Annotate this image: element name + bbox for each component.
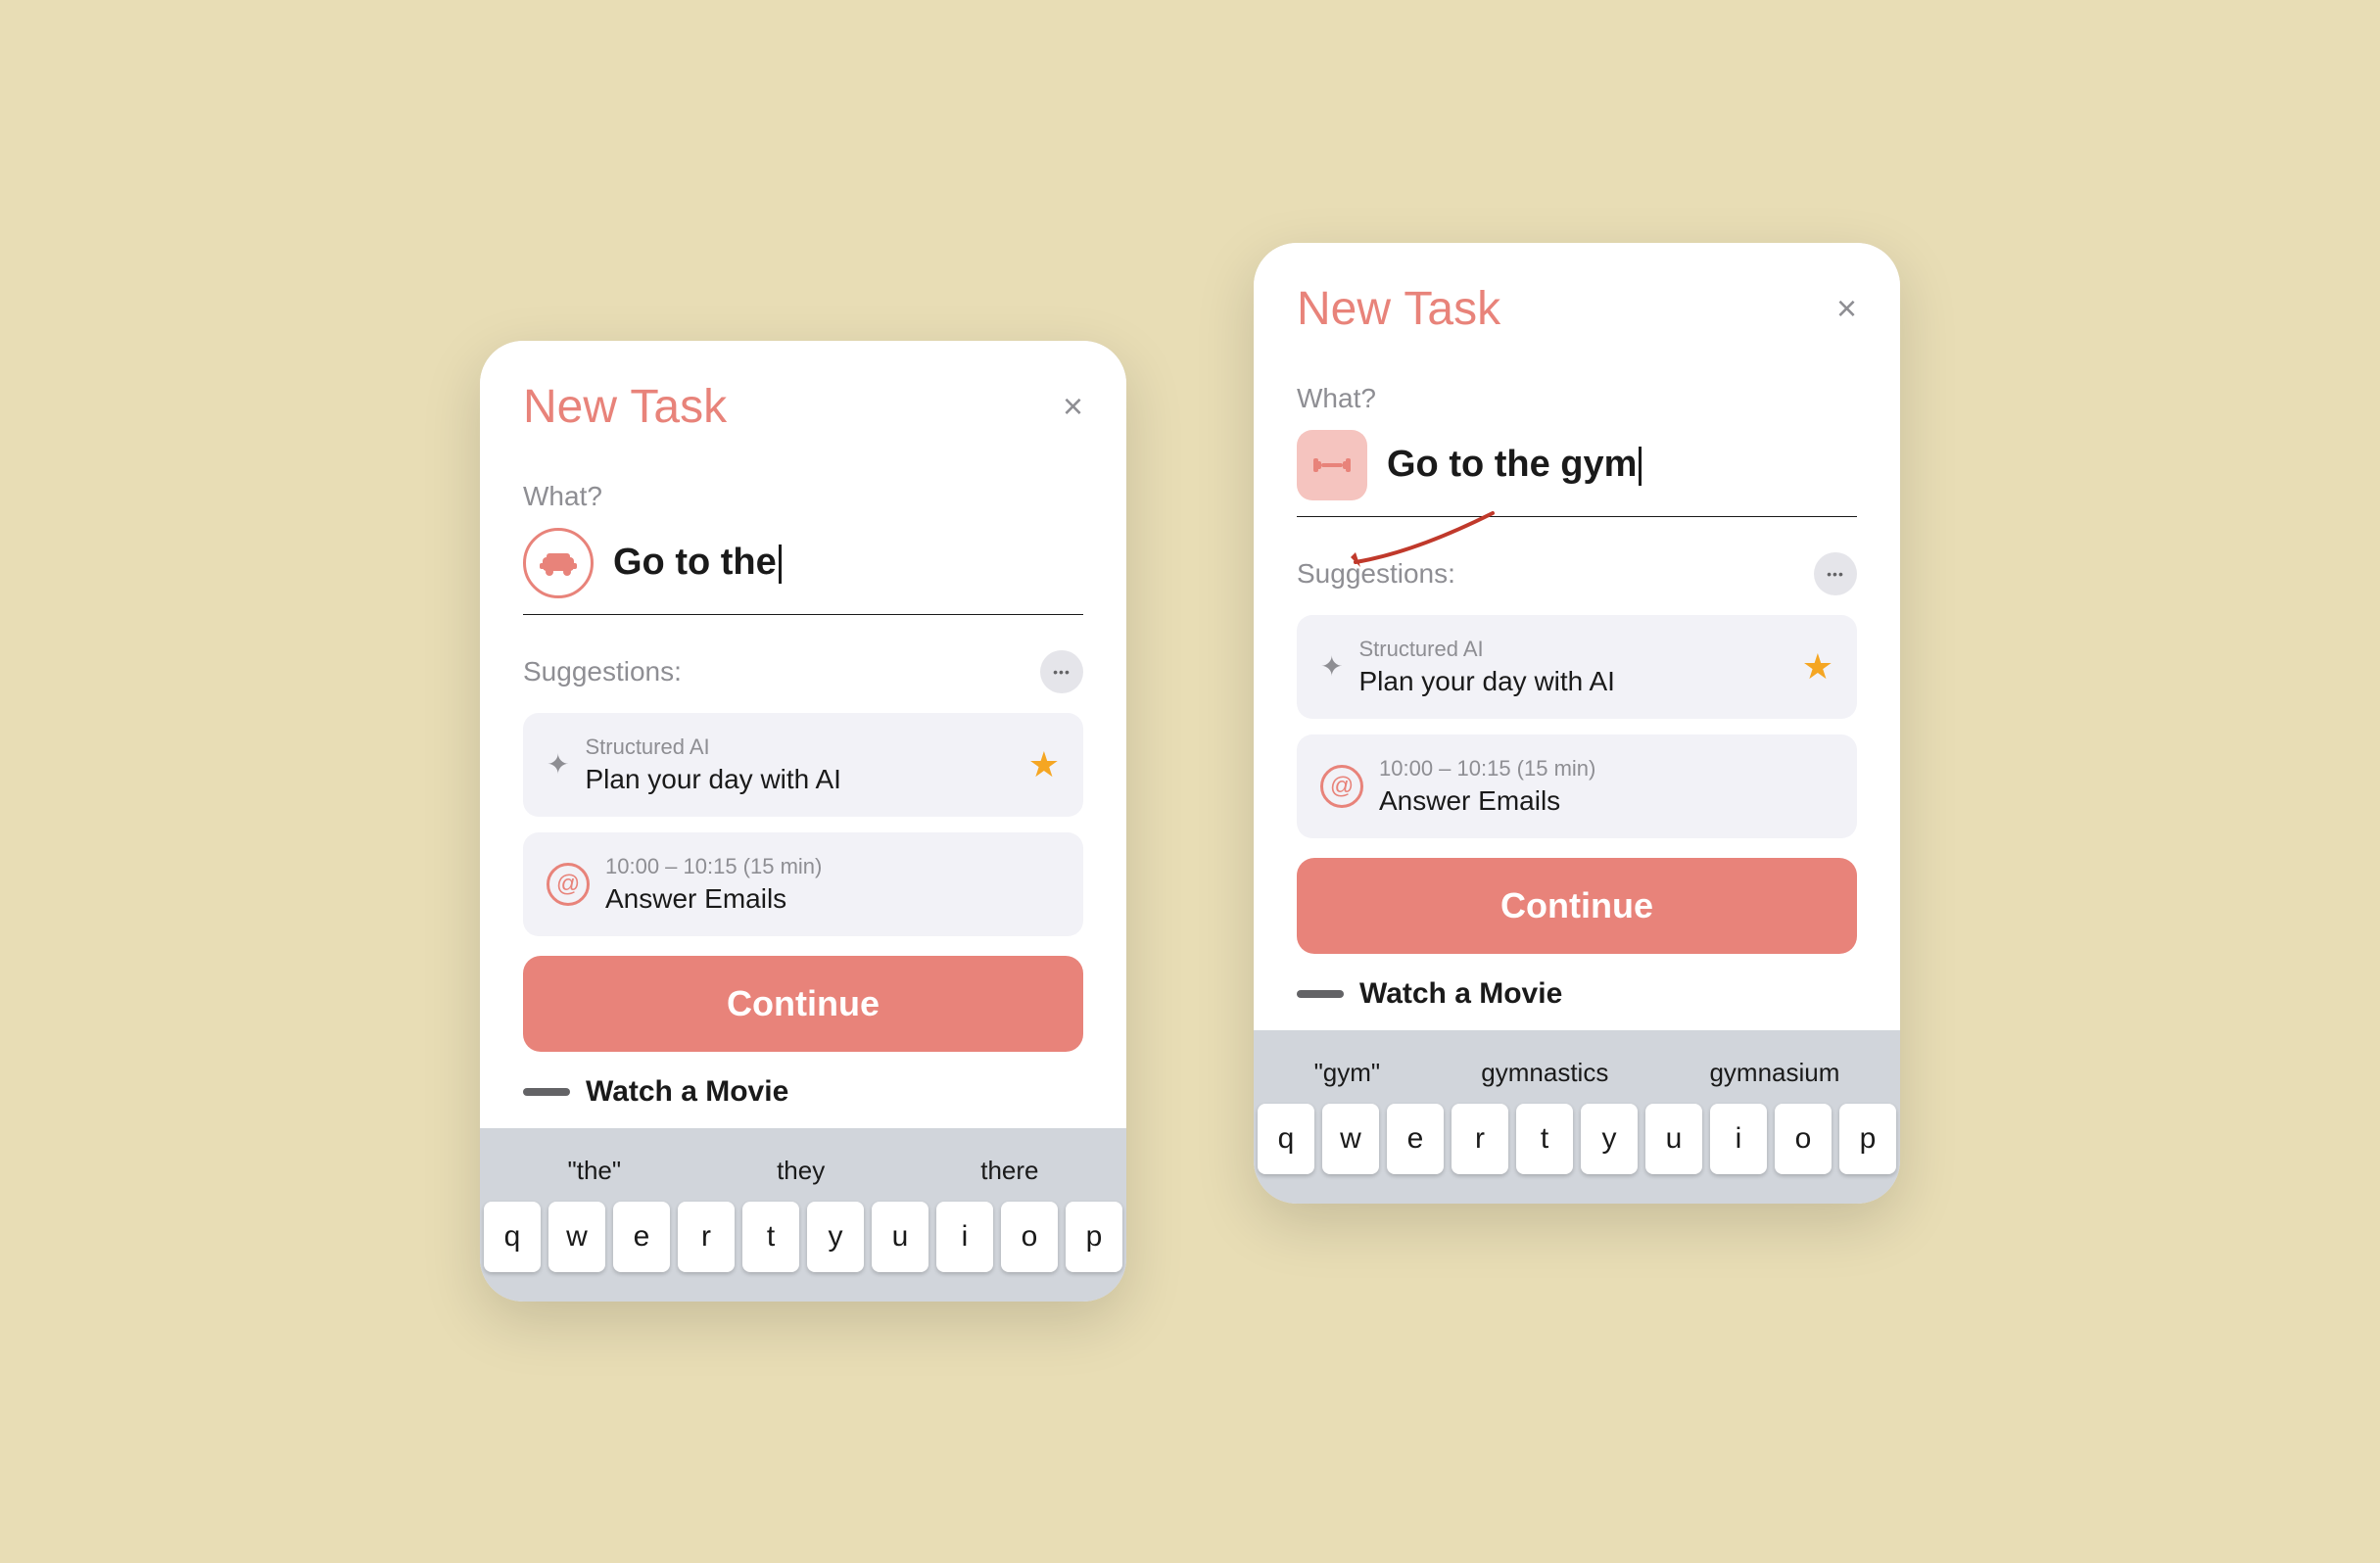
ks-3[interactable]: there — [980, 1156, 1038, 1186]
left-panel-body: What? Go to the Suggest — [480, 461, 1126, 1052]
right-what-label: What? — [1297, 363, 1857, 430]
right-key-e[interactable]: e — [1387, 1104, 1444, 1174]
suggestions-row: Suggestions: — [523, 650, 1083, 693]
right-keyboard-row-1: q w e r t y u i o p — [1263, 1104, 1890, 1174]
ks-2[interactable]: they — [777, 1156, 825, 1186]
right-key-i[interactable]: i — [1710, 1104, 1767, 1174]
right-watch-movie-section: Watch a Movie — [1254, 954, 1900, 1030]
left-input-row[interactable]: Go to the — [523, 528, 1083, 615]
suggestion-text: Structured AI Plan your day with AI — [585, 734, 840, 795]
star-icon[interactable]: ★ — [1028, 744, 1060, 785]
suggestion-main-text: Plan your day with AI — [585, 764, 840, 795]
suggestion-time: 10:00 – 10:15 (15 min) — [605, 854, 822, 879]
key-p[interactable]: p — [1066, 1202, 1122, 1272]
at-icon: @ — [547, 863, 590, 906]
title-bold: New — [523, 381, 617, 433]
right-key-u[interactable]: u — [1645, 1104, 1702, 1174]
car-icon-circle — [523, 528, 594, 598]
right-suggestion-email-text: Answer Emails — [1379, 785, 1595, 817]
right-watch-movie-bar-icon — [1297, 990, 1344, 998]
sparkle-icon: ✦ — [547, 748, 569, 781]
suggestion-answer-emails[interactable]: @ 10:00 – 10:15 (15 min) Answer Emails — [523, 832, 1083, 936]
right-title-bold: New — [1297, 283, 1391, 335]
right-key-y[interactable]: y — [1581, 1104, 1638, 1174]
close-button[interactable]: × — [1063, 386, 1083, 427]
right-key-r[interactable]: r — [1452, 1104, 1508, 1174]
right-panel-title: New Task — [1297, 282, 1500, 336]
right-star-icon[interactable]: ★ — [1802, 646, 1833, 687]
key-u[interactable]: u — [872, 1202, 928, 1272]
watch-movie-section: Watch a Movie — [480, 1052, 1126, 1128]
left-panel-header: New Task × — [480, 341, 1126, 461]
watch-movie-bar-icon — [523, 1088, 570, 1096]
right-input-text[interactable]: Go to the gym — [1387, 444, 1857, 486]
right-suggestion-text-2: 10:00 – 10:15 (15 min) Answer Emails — [1379, 756, 1595, 817]
right-watch-movie-text: Watch a Movie — [1359, 977, 1562, 1011]
right-suggestion-main-text: Plan your day with AI — [1358, 666, 1614, 697]
key-o[interactable]: o — [1001, 1202, 1058, 1272]
right-suggestion-left: ✦ Structured AI Plan your day with AI — [1320, 637, 1615, 697]
right-title-light: Task — [1404, 283, 1500, 335]
right-suggestion-answer-emails[interactable]: @ 10:00 – 10:15 (15 min) Answer Emails — [1297, 734, 1857, 838]
keyboard-suggestions-left: "the" they there — [490, 1144, 1117, 1202]
key-w[interactable]: w — [548, 1202, 605, 1272]
right-key-o[interactable]: o — [1775, 1104, 1832, 1174]
left-panel-title: New Task — [523, 380, 727, 434]
right-suggestions-row: Suggestions: — [1297, 552, 1857, 595]
what-label: What? — [523, 461, 1083, 528]
key-e[interactable]: e — [613, 1202, 670, 1272]
continue-button[interactable]: Continue — [523, 956, 1083, 1052]
suggestions-label: Suggestions: — [523, 656, 682, 687]
suggestion-category: Structured AI — [585, 734, 840, 760]
right-suggestion-category: Structured AI — [1358, 637, 1614, 662]
right-suggestion-left-2: @ 10:00 – 10:15 (15 min) Answer Emails — [1320, 756, 1595, 817]
right-suggestions-label: Suggestions: — [1297, 558, 1455, 590]
key-t[interactable]: t — [742, 1202, 799, 1272]
right-suggestion-time: 10:00 – 10:15 (15 min) — [1379, 756, 1595, 782]
right-close-button[interactable]: × — [1836, 288, 1857, 329]
right-panel-body: What? Go to the gym — [1254, 363, 1900, 954]
right-sparkle-icon: ✦ — [1320, 650, 1343, 683]
right-watch-movie-row: Watch a Movie — [1297, 954, 1857, 1030]
left-input-text[interactable]: Go to the — [613, 542, 1083, 584]
watch-movie-row: Watch a Movie — [523, 1052, 1083, 1128]
right-panel-header: New Task × — [1254, 243, 1900, 363]
left-keyboard: "the" they there q w e r t y u i o p — [480, 1128, 1126, 1302]
rks-2[interactable]: gymnastics — [1481, 1058, 1608, 1088]
right-input-row[interactable]: Go to the gym — [1297, 430, 1857, 517]
right-key-q[interactable]: q — [1258, 1104, 1314, 1174]
right-at-icon: @ — [1320, 765, 1363, 808]
suggestion-left-2: @ 10:00 – 10:15 (15 min) Answer Emails — [547, 854, 822, 915]
rks-1[interactable]: "gym" — [1314, 1058, 1381, 1088]
right-more-options-button[interactable] — [1814, 552, 1857, 595]
key-r[interactable]: r — [678, 1202, 735, 1272]
watch-movie-text: Watch a Movie — [586, 1075, 788, 1109]
right-keyboard: "gym" gymnastics gymnasium q w e r t y u… — [1254, 1030, 1900, 1204]
suggestion-left: ✦ Structured AI Plan your day with AI — [547, 734, 841, 795]
gym-icon-box — [1297, 430, 1367, 500]
left-panel: New Task × What? — [480, 341, 1126, 1302]
right-panel: New Task × What? — [1254, 243, 1900, 1204]
key-q[interactable]: q — [484, 1202, 541, 1272]
ks-1[interactable]: "the" — [567, 1156, 621, 1186]
title-light: Task — [630, 381, 727, 433]
suggestion-structured-ai[interactable]: ✦ Structured AI Plan your day with AI ★ — [523, 713, 1083, 817]
rks-3[interactable]: gymnasium — [1709, 1058, 1839, 1088]
right-continue-button[interactable]: Continue — [1297, 858, 1857, 954]
keyboard-suggestions-right: "gym" gymnastics gymnasium — [1263, 1046, 1890, 1104]
right-key-t[interactable]: t — [1516, 1104, 1573, 1174]
more-options-button[interactable] — [1040, 650, 1083, 693]
right-suggestion-structured-ai[interactable]: ✦ Structured AI Plan your day with AI ★ — [1297, 615, 1857, 719]
key-i[interactable]: i — [936, 1202, 993, 1272]
right-suggestion-text: Structured AI Plan your day with AI — [1358, 637, 1614, 697]
right-key-p[interactable]: p — [1839, 1104, 1896, 1174]
suggestion-email-text: Answer Emails — [605, 883, 822, 915]
suggestion-text-2: 10:00 – 10:15 (15 min) Answer Emails — [605, 854, 822, 915]
keyboard-row-1: q w e r t y u i o p — [490, 1202, 1117, 1272]
right-key-w[interactable]: w — [1322, 1104, 1379, 1174]
key-y[interactable]: y — [807, 1202, 864, 1272]
